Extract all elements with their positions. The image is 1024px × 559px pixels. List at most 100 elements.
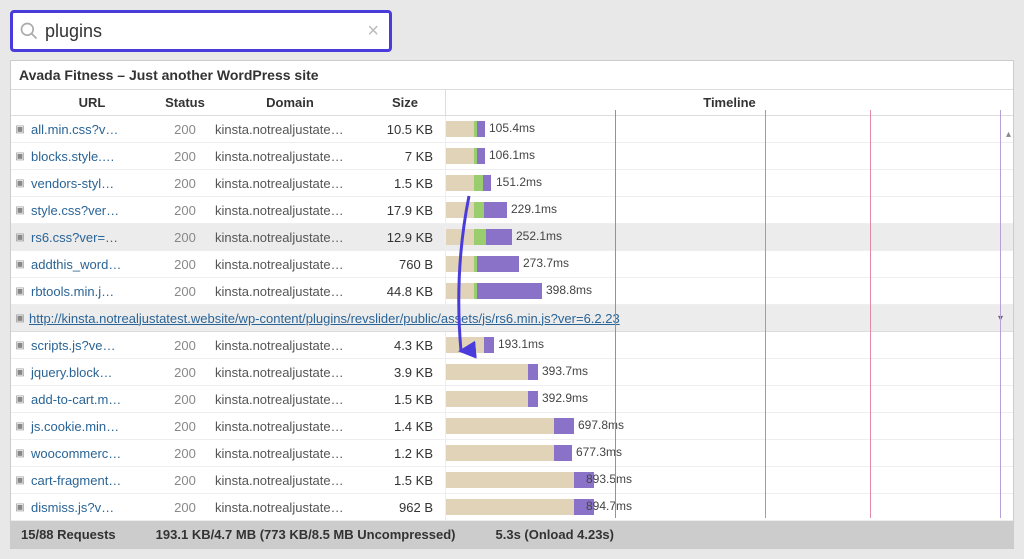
expand-icon[interactable]: ▣ xyxy=(11,448,29,459)
cell-url[interactable]: cart-fragment… xyxy=(29,473,155,488)
table-row[interactable]: ▣add-to-cart.m…200kinsta.notrealjustate…… xyxy=(11,386,1013,413)
cell-url[interactable]: rs6.css?ver=… xyxy=(29,230,155,245)
header-status[interactable]: Status xyxy=(155,90,215,115)
full-url-link[interactable]: http://kinsta.notrealjustatest.website/w… xyxy=(29,311,620,326)
cell-url[interactable]: blocks.style.… xyxy=(29,149,155,164)
cell-domain: kinsta.notrealjustate… xyxy=(215,446,365,461)
cell-url[interactable]: all.min.css?v… xyxy=(29,122,155,137)
cell-status: 200 xyxy=(155,446,215,461)
cell-domain: kinsta.notrealjustate… xyxy=(215,203,365,218)
cell-url[interactable]: rbtools.min.j… xyxy=(29,284,155,299)
expand-icon[interactable]: ▣ xyxy=(11,313,29,324)
cell-status: 200 xyxy=(155,203,215,218)
cell-url[interactable]: woocommerc… xyxy=(29,446,155,461)
table-row[interactable]: ▣scripts.js?ve…200kinsta.notrealjustate…… xyxy=(11,332,1013,359)
cell-status: 200 xyxy=(155,392,215,407)
cell-domain: kinsta.notrealjustate… xyxy=(215,419,365,434)
expand-icon[interactable]: ▣ xyxy=(11,151,29,162)
cell-status: 200 xyxy=(155,257,215,272)
expand-icon[interactable]: ▣ xyxy=(11,475,29,486)
cell-domain: kinsta.notrealjustate… xyxy=(215,338,365,353)
table-row[interactable]: ▣rs6.css?ver=…200kinsta.notrealjustate…1… xyxy=(11,224,1013,251)
cell-timeline: 893.5ms xyxy=(445,467,1013,493)
expand-icon[interactable]: ▣ xyxy=(11,124,29,135)
clear-search-button[interactable]: × xyxy=(363,20,383,43)
search-box[interactable]: × xyxy=(10,10,392,52)
cell-timeline: 697.8ms xyxy=(445,413,1013,439)
cell-status: 200 xyxy=(155,122,215,137)
cell-timeline: 252.1ms xyxy=(445,224,1013,250)
cell-timeline: 106.1ms xyxy=(445,143,1013,169)
cell-timeline: 894.7ms xyxy=(445,494,1013,520)
expand-icon[interactable]: ▣ xyxy=(11,394,29,405)
table-row[interactable]: ▣js.cookie.min…200kinsta.notrealjustate…… xyxy=(11,413,1013,440)
expand-icon[interactable]: ▣ xyxy=(11,340,29,351)
cell-url[interactable]: style.css?ver… xyxy=(29,203,155,218)
search-input[interactable] xyxy=(45,21,363,42)
cell-url[interactable]: add-to-cart.m… xyxy=(29,392,155,407)
cell-timeline: 193.1ms xyxy=(445,332,1013,358)
cell-domain: kinsta.notrealjustate… xyxy=(215,257,365,272)
expand-icon[interactable]: ▣ xyxy=(11,178,29,189)
cell-url[interactable]: vendors-styl… xyxy=(29,176,155,191)
cell-size: 10.5 KB xyxy=(365,122,445,137)
table-row[interactable]: ▣dismiss.js?v…200kinsta.notrealjustate…9… xyxy=(11,494,1013,521)
cell-size: 3.9 KB xyxy=(365,365,445,380)
cell-url[interactable]: scripts.js?ve… xyxy=(29,338,155,353)
table-row[interactable]: ▣jquery.block…200kinsta.notrealjustate…3… xyxy=(11,359,1013,386)
table-row[interactable]: ▣blocks.style.…200kinsta.notrealjustate…… xyxy=(11,143,1013,170)
expand-icon[interactable]: ▣ xyxy=(11,502,29,513)
header-size[interactable]: Size xyxy=(365,90,445,115)
table-row[interactable]: ▣style.css?ver…200kinsta.notrealjustate…… xyxy=(11,197,1013,224)
cell-timeline: 398.8ms xyxy=(445,278,1013,304)
expand-icon[interactable]: ▣ xyxy=(11,205,29,216)
cell-domain: kinsta.notrealjustate… xyxy=(215,365,365,380)
cell-size: 12.9 KB xyxy=(365,230,445,245)
cell-status: 200 xyxy=(155,500,215,515)
page-title: Avada Fitness – Just another WordPress s… xyxy=(11,61,1013,89)
cell-timeline: 392.9ms xyxy=(445,386,1013,412)
expand-icon[interactable]: ▣ xyxy=(11,232,29,243)
header-timeline[interactable]: Timeline xyxy=(445,90,1013,115)
cell-url[interactable]: jquery.block… xyxy=(29,365,155,380)
cell-domain: kinsta.notrealjustate… xyxy=(215,149,365,164)
header-url[interactable]: URL xyxy=(29,90,155,115)
cell-size: 1.5 KB xyxy=(365,392,445,407)
cell-status: 200 xyxy=(155,176,215,191)
expand-icon[interactable]: ▣ xyxy=(11,421,29,432)
table-row[interactable]: ▣cart-fragment…200kinsta.notrealjustate…… xyxy=(11,467,1013,494)
table-row[interactable]: ▣vendors-styl…200kinsta.notrealjustate… 1… xyxy=(11,170,1013,197)
cell-domain: kinsta.notrealjustate… xyxy=(215,176,365,191)
cell-status: 200 xyxy=(155,338,215,353)
cell-url[interactable]: addthis_word… xyxy=(29,257,155,272)
cell-timeline: 151.2ms xyxy=(445,170,1013,196)
network-panel: ▴ Avada Fitness – Just another WordPress… xyxy=(10,60,1014,549)
table-row[interactable]: ▣woocommerc…200kinsta.notrealjustate…1.2… xyxy=(11,440,1013,467)
expanded-url-row[interactable]: ▣ http://kinsta.notrealjustatest.website… xyxy=(11,305,1013,332)
expand-icon[interactable]: ▣ xyxy=(11,286,29,297)
cell-status: 200 xyxy=(155,419,215,434)
header-domain[interactable]: Domain xyxy=(215,90,365,115)
dropdown-caret-icon[interactable]: ▾ xyxy=(998,313,1003,324)
cell-timeline: 229.1ms xyxy=(445,197,1013,223)
table-row[interactable]: ▣addthis_word…200kinsta.notrealjustate…7… xyxy=(11,251,1013,278)
cell-size: 17.9 KB xyxy=(365,203,445,218)
search-icon xyxy=(19,21,39,41)
cell-size: 7 KB xyxy=(365,149,445,164)
cell-domain: kinsta.notrealjustate… xyxy=(215,392,365,407)
summary-footer: 15/88 Requests 193.1 KB/4.7 MB (773 KB/8… xyxy=(11,521,1013,548)
cell-status: 200 xyxy=(155,365,215,380)
cell-url[interactable]: dismiss.js?v… xyxy=(29,500,155,515)
table-row[interactable]: ▣all.min.css?v…200kinsta.notrealjustate…… xyxy=(11,116,1013,143)
footer-requests: 15/88 Requests xyxy=(21,527,116,542)
cell-timeline: 105.4ms xyxy=(445,116,1013,142)
cell-url[interactable]: js.cookie.min… xyxy=(29,419,155,434)
cell-status: 200 xyxy=(155,149,215,164)
expand-icon[interactable]: ▣ xyxy=(11,259,29,270)
cell-domain: kinsta.notrealjustate… xyxy=(215,230,365,245)
cell-status: 200 xyxy=(155,230,215,245)
table-row[interactable]: ▣rbtools.min.j…200kinsta.notrealjustate…… xyxy=(11,278,1013,305)
cell-status: 200 xyxy=(155,284,215,299)
expand-icon[interactable]: ▣ xyxy=(11,367,29,378)
cell-size: 1.4 KB xyxy=(365,419,445,434)
